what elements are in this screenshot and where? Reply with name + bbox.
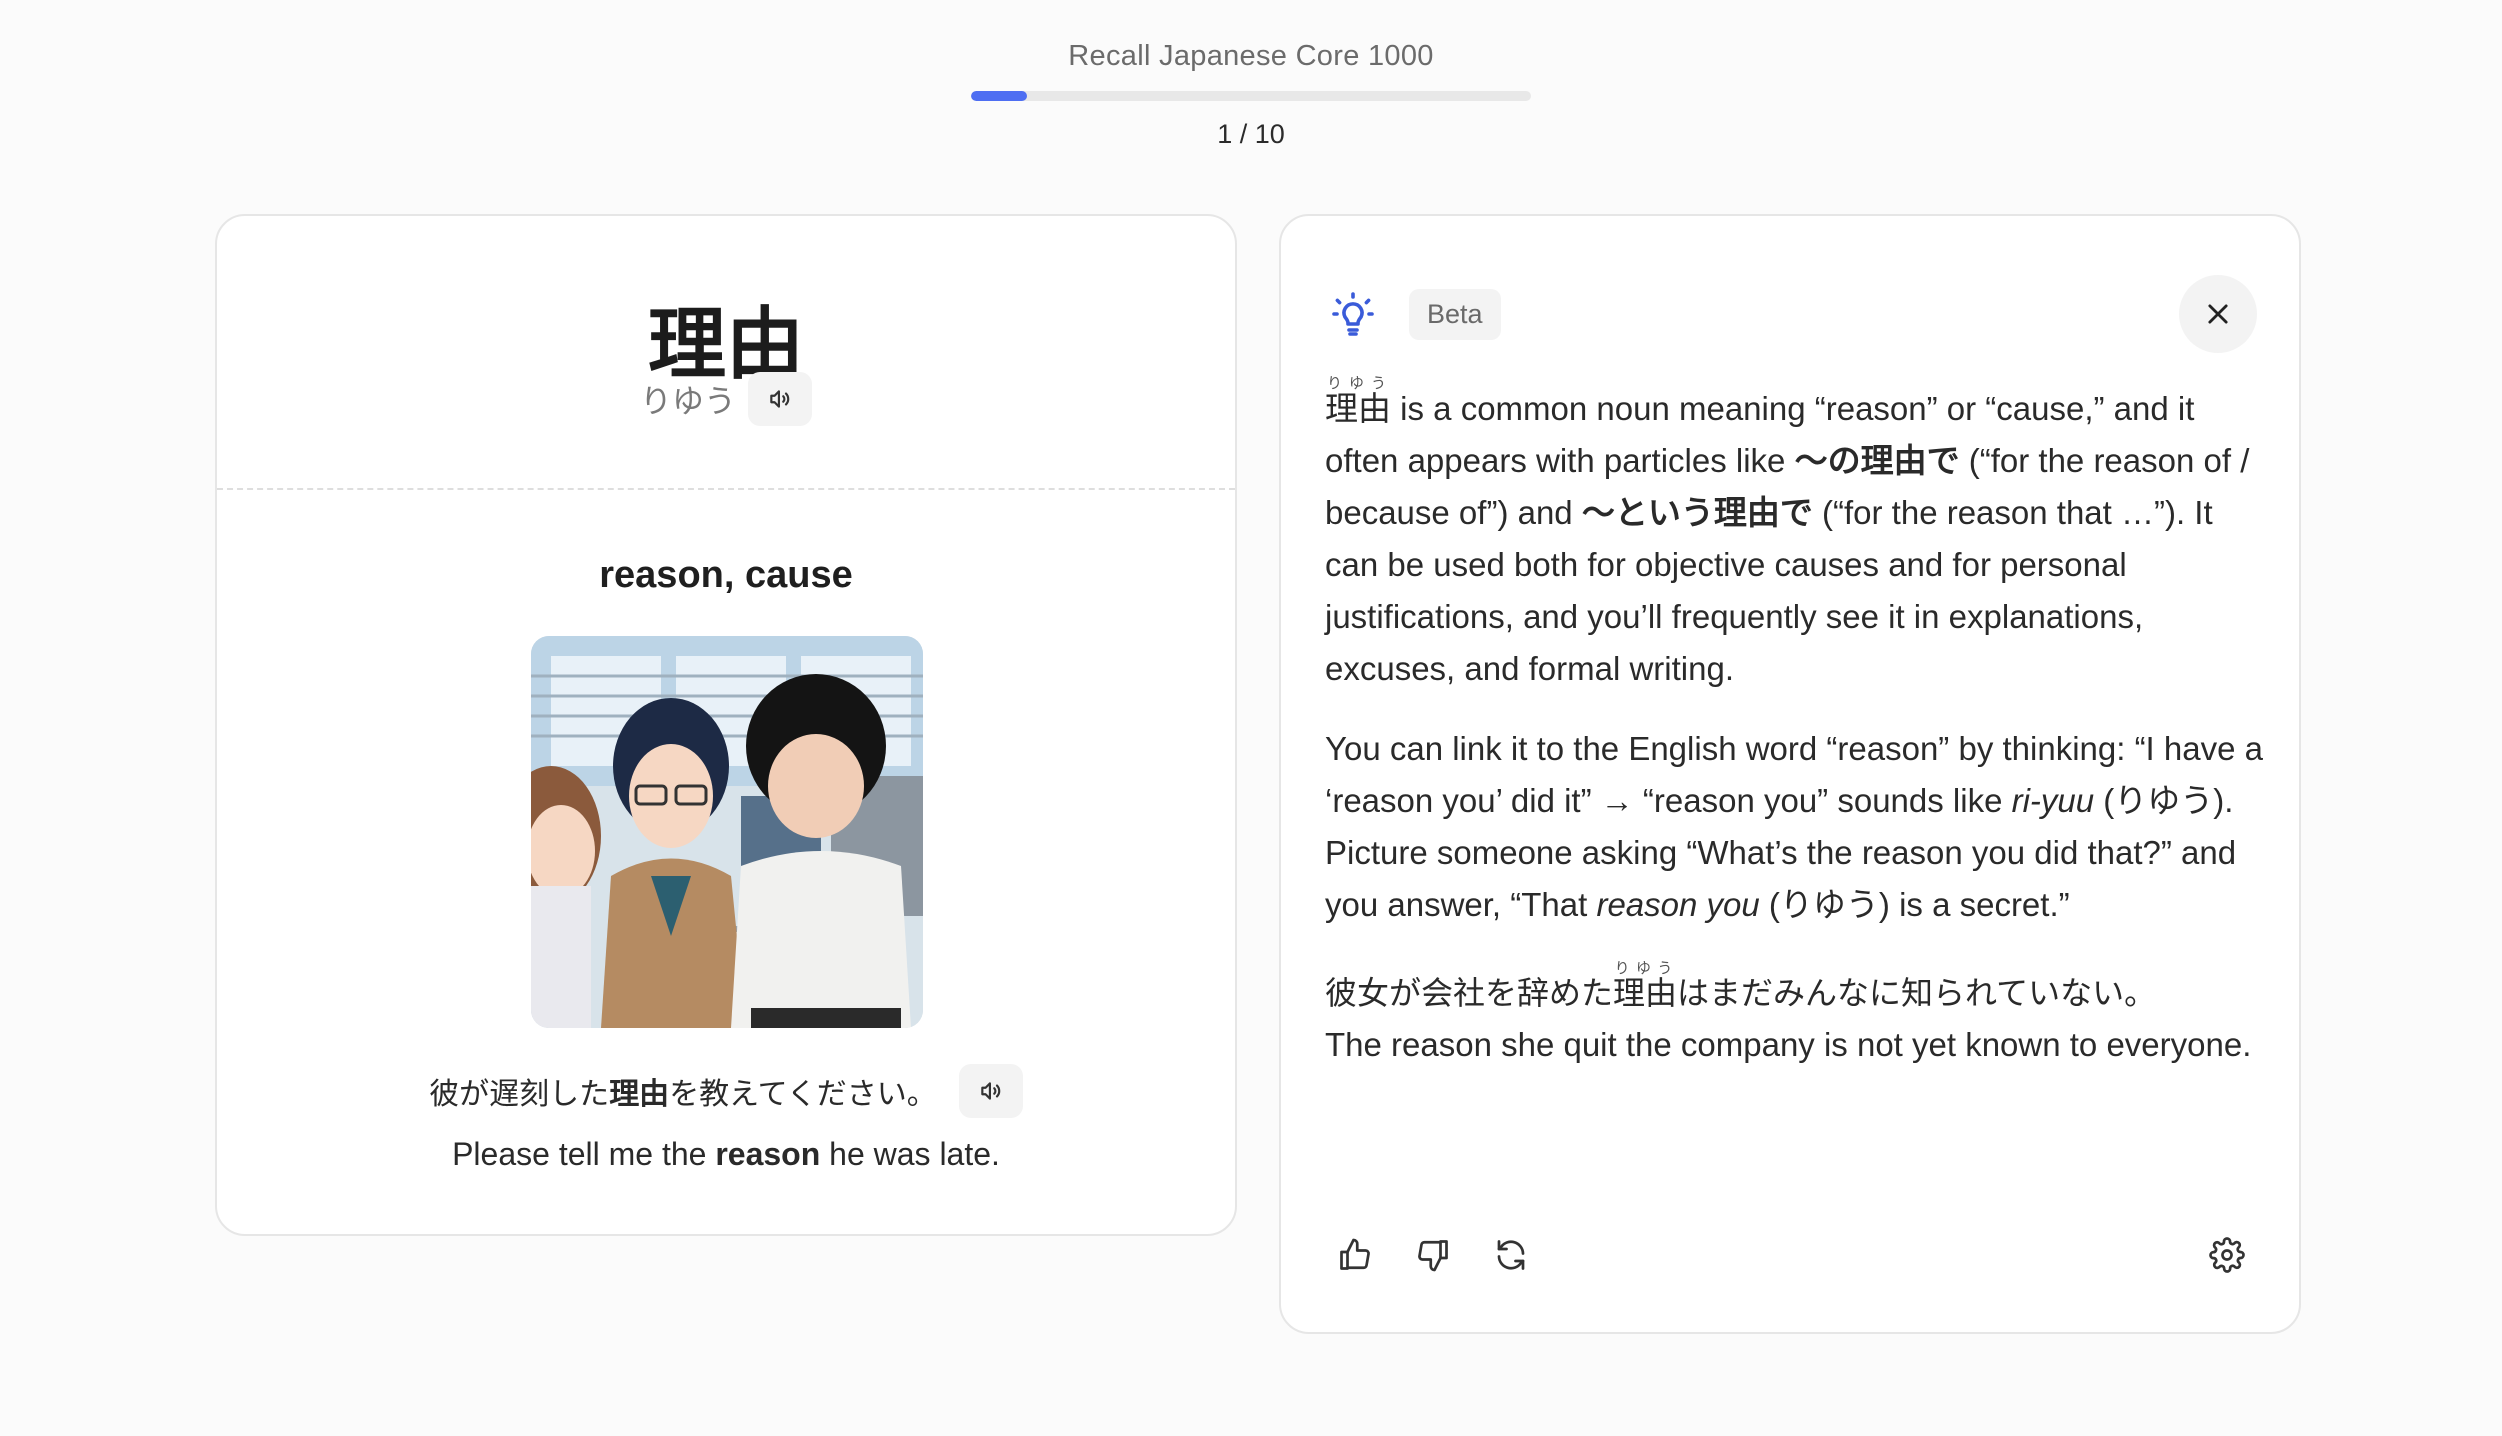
- sentence-audio-button[interactable]: [958, 1064, 1023, 1118]
- p1-bold-1: 〜の理由で: [1794, 441, 1960, 480]
- flashcard: 理由 りゆう reason, cause 彼が遅刻した理由を教えてください。 P…: [215, 214, 1237, 1236]
- refresh-icon: [1497, 1240, 1525, 1270]
- example-word-with-furigana: 理由りゆう: [1613, 959, 1678, 1012]
- word-base: 理由: [1325, 389, 1391, 428]
- deck-title: Recall Japanese Core 1000: [1068, 40, 1434, 72]
- example-jp-highlight: 理由: [609, 1077, 670, 1112]
- explanation-panel: Beta 理由りゆう is a common noun meaning “rea…: [1279, 214, 2301, 1334]
- example-word-base: 理由: [1613, 974, 1678, 1012]
- regenerate-button[interactable]: [1481, 1225, 1541, 1285]
- progress-bar-fill: [971, 91, 1027, 101]
- anime-office-scene-image: [531, 636, 923, 1028]
- close-button[interactable]: [2179, 275, 2257, 353]
- thumbs-up-icon: [1340, 1238, 1370, 1270]
- word-audio-button[interactable]: [748, 372, 812, 426]
- example-en-highlight: reason: [715, 1136, 821, 1172]
- example-jp-part-1: 彼女が会社を辞めた: [1325, 974, 1614, 1012]
- lightbulb-icon: [1325, 286, 1381, 342]
- example-jp: 彼女が会社を辞めた理由りゆうはまだみんなに知られていない。: [1325, 959, 2157, 1012]
- explanation-header: Beta: [1325, 274, 2257, 354]
- example-en-after: he was late.: [820, 1136, 1000, 1172]
- explanation-example: 彼女が会社を辞めた理由りゆうはまだみんなに知られていない。 The reason …: [1325, 959, 2265, 1071]
- example-sentence-en: Please tell me the reason he was late.: [217, 1136, 1235, 1173]
- p2-italic-1: ri-yuu: [2011, 782, 2095, 819]
- example-jp-after: を教えてください。: [669, 1077, 937, 1112]
- close-icon: [2208, 304, 2228, 324]
- deck-header: Recall Japanese Core 1000 1 / 10: [0, 40, 2502, 150]
- p2-italic-2: reason you: [1596, 886, 1760, 923]
- explanation-paragraph-2: You can link it to the English word “rea…: [1325, 723, 2265, 931]
- feedback-toolbar: [1325, 1220, 2257, 1290]
- example-en-before: Please tell me the: [452, 1136, 716, 1172]
- p2-text-3: (りゆう) is a secret.”: [1759, 886, 2070, 923]
- p1-bold-2: 〜という理由で: [1581, 493, 1813, 532]
- card-divider: [217, 488, 1235, 490]
- example-en: The reason she quit the company is not y…: [1325, 1026, 2252, 1063]
- like-button[interactable]: [1325, 1225, 1385, 1285]
- study-page: Recall Japanese Core 1000 1 / 10 理由 りゆう …: [0, 0, 2502, 1436]
- example-jp-before: 彼が遅刻した: [429, 1077, 610, 1112]
- gear-icon: [2209, 1237, 2245, 1273]
- speaker-icon: [770, 390, 790, 408]
- reading-row: りゆう: [217, 372, 1235, 426]
- dislike-button[interactable]: [1403, 1225, 1463, 1285]
- settings-button[interactable]: [2197, 1225, 2257, 1285]
- example-word-furigana: りゆう: [1613, 959, 1678, 977]
- word-with-furigana: 理由りゆう: [1325, 374, 1391, 428]
- progress-bar: [971, 91, 1531, 101]
- speaker-icon: [981, 1082, 1001, 1100]
- card-meaning: reason, cause: [599, 554, 853, 596]
- example-sentence-row: 彼が遅刻した理由を教えてください。: [217, 1064, 1235, 1118]
- thumbs-down-icon: [1418, 1240, 1448, 1272]
- explanation-paragraph-1: 理由りゆう is a common noun meaning “reason” …: [1325, 374, 2265, 695]
- explanation-body: 理由りゆう is a common noun meaning “reason” …: [1325, 374, 2265, 1099]
- word-furigana: りゆう: [1325, 374, 1391, 392]
- card-reading: りゆう: [639, 382, 736, 420]
- progress-count: 1 / 10: [1217, 119, 1285, 149]
- example-sentence-jp: 彼が遅刻した理由を教えてください。: [429, 1069, 937, 1113]
- beta-badge: Beta: [1409, 288, 1501, 340]
- example-jp-part-2: はまだみんなに知られていない。: [1677, 974, 2157, 1012]
